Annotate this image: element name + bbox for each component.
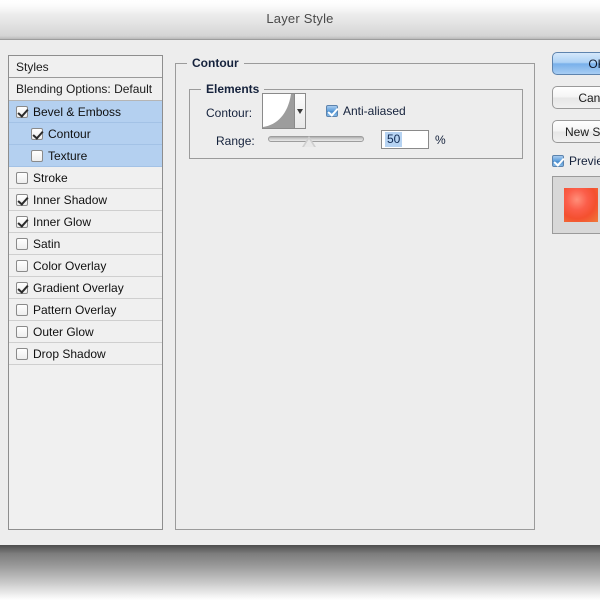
chevron-down-icon: [297, 108, 304, 114]
effect-row[interactable]: Bevel & Emboss: [9, 101, 162, 123]
contour-settings-panel: Contour Elements Contour: Anti-aliased R…: [175, 55, 535, 530]
effect-label: Texture: [48, 148, 88, 163]
effect-row[interactable]: Outer Glow: [9, 321, 162, 343]
layer-preview-thumbnail: [552, 176, 600, 234]
anti-aliased-checkbox-row[interactable]: Anti-aliased: [326, 104, 406, 118]
contour-groupbox-title: Contour: [187, 56, 244, 70]
effect-checkbox[interactable]: [16, 347, 28, 360]
effect-label: Drop Shadow: [33, 346, 106, 361]
layer-style-dialog: Layer Style Styles Blending Options: Def…: [0, 0, 600, 545]
effect-label: Pattern Overlay: [33, 302, 117, 317]
effect-checkbox[interactable]: [16, 193, 28, 206]
effect-row[interactable]: Drop Shadow: [9, 343, 162, 365]
range-input[interactable]: 50: [381, 130, 429, 149]
preview-checkbox[interactable]: [552, 155, 564, 167]
dialog-title: Layer Style: [266, 11, 334, 26]
blending-options-row[interactable]: Blending Options: Default: [9, 78, 162, 101]
effect-checkbox[interactable]: [16, 303, 28, 316]
range-field-label: Range:: [216, 134, 255, 148]
effect-label: Gradient Overlay: [33, 280, 124, 295]
dialog-titlebar[interactable]: Layer Style: [0, 0, 600, 40]
blending-options-label: Blending Options: Default: [16, 82, 153, 96]
preview-checkbox-row[interactable]: Preview: [552, 154, 600, 168]
effect-checkbox[interactable]: [16, 259, 28, 272]
dialog-actions: OK Cancel New Style... Preview: [552, 52, 600, 234]
elements-groupbox: Elements Contour: Anti-aliased Range: 50…: [189, 82, 523, 159]
effect-row[interactable]: Color Overlay: [9, 255, 162, 277]
preview-label: Preview: [569, 154, 600, 168]
effect-label: Inner Shadow: [33, 192, 108, 207]
preview-swatch-icon: [564, 188, 598, 222]
effect-checkbox[interactable]: [16, 237, 28, 250]
effects-list: Bevel & Emboss Contour Texture Stroke Inner …: [9, 101, 162, 365]
cancel-button[interactable]: Cancel: [552, 86, 600, 109]
range-unit-label: %: [435, 133, 446, 147]
effect-row[interactable]: Texture: [9, 145, 162, 167]
effect-label: Stroke: [33, 170, 68, 185]
effect-row[interactable]: Stroke: [9, 167, 162, 189]
effect-label: Color Overlay: [33, 258, 107, 273]
ok-button[interactable]: OK: [552, 52, 600, 75]
contour-preset-picker[interactable]: [262, 93, 306, 129]
effect-row[interactable]: Pattern Overlay: [9, 299, 162, 321]
contour-dropdown-arrow[interactable]: [294, 94, 305, 128]
anti-aliased-checkbox[interactable]: [326, 105, 338, 117]
contour-curve-icon: [263, 94, 295, 128]
effect-label: Satin: [33, 236, 61, 251]
effect-row[interactable]: Satin: [9, 233, 162, 255]
effect-checkbox[interactable]: [16, 171, 28, 184]
styles-panel-header: Styles: [9, 56, 162, 78]
contour-groupbox: Contour Elements Contour: Anti-aliased R…: [175, 56, 535, 530]
range-slider-thumb[interactable]: [302, 136, 317, 147]
effect-checkbox[interactable]: [16, 105, 28, 118]
effect-label: Contour: [48, 126, 91, 141]
effect-checkbox[interactable]: [16, 215, 28, 228]
effect-label: Outer Glow: [33, 324, 94, 339]
range-input-value: 50: [385, 132, 403, 147]
effect-row[interactable]: Inner Shadow: [9, 189, 162, 211]
anti-aliased-label: Anti-aliased: [343, 104, 406, 118]
screen: Layer Style Styles Blending Options: Def…: [0, 0, 600, 600]
effect-row[interactable]: Contour: [9, 123, 162, 145]
effect-label: Bevel & Emboss: [33, 104, 122, 119]
effect-row[interactable]: Gradient Overlay: [9, 277, 162, 299]
styles-panel: Styles Blending Options: Default Bevel &…: [8, 55, 163, 530]
range-slider[interactable]: [268, 136, 364, 147]
contour-field-label: Contour:: [206, 106, 253, 120]
new-style-button[interactable]: New Style...: [552, 120, 600, 143]
effect-label: Inner Glow: [33, 214, 92, 229]
effect-checkbox[interactable]: [16, 281, 28, 294]
effect-checkbox[interactable]: [16, 325, 28, 338]
effect-checkbox[interactable]: [31, 127, 43, 140]
elements-groupbox-title: Elements: [201, 82, 265, 96]
effect-row[interactable]: Inner Glow: [9, 211, 162, 233]
desktop-backdrop: [0, 545, 600, 600]
effect-checkbox[interactable]: [31, 149, 43, 162]
